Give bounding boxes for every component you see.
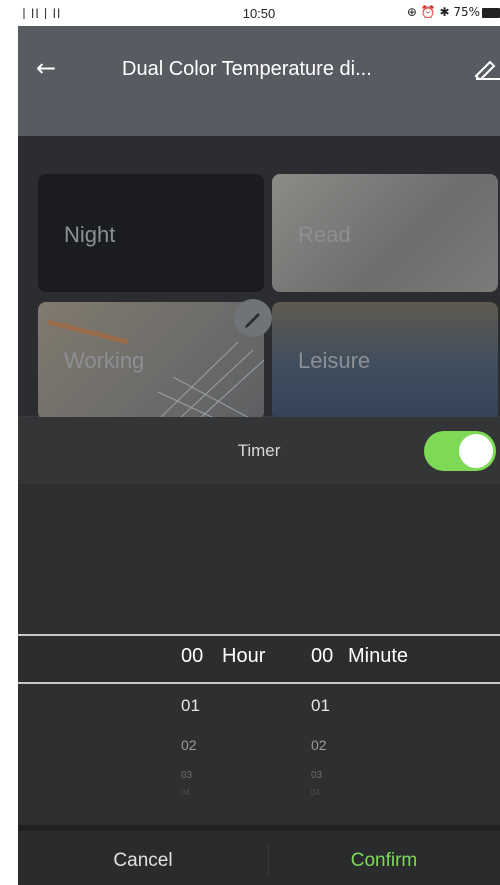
phone-screen: 丨ll丨ll 10:50 ⊕ ⏰ ✱ 75% ← Dual Color Temp… bbox=[18, 0, 500, 885]
app-header: ← Dual Color Temperature di... bbox=[18, 26, 500, 136]
hour-selected[interactable]: 00 bbox=[181, 645, 203, 668]
status-icons: ⊕ ⏰ ✱ 75% bbox=[406, 5, 480, 19]
hour-option[interactable]: 01 bbox=[181, 696, 200, 716]
minute-option[interactable]: 04 bbox=[311, 788, 320, 797]
back-arrow-icon[interactable]: ← bbox=[36, 56, 56, 80]
timer-header: Timer bbox=[18, 417, 500, 485]
toggle-knob bbox=[459, 434, 493, 468]
minute-selected[interactable]: 00 bbox=[311, 645, 333, 668]
scene-tile-leisure[interactable]: Leisure bbox=[272, 302, 498, 420]
page-title: Dual Color Temperature di... bbox=[122, 58, 372, 80]
sheet-footer: Cancel Confirm bbox=[18, 825, 500, 885]
time-picker[interactable]: 00 Hour 00 Minute 01 01 02 02 03 03 04 0… bbox=[18, 485, 500, 825]
scene-tile-night[interactable]: Night bbox=[38, 174, 264, 292]
timer-toggle[interactable] bbox=[424, 431, 496, 471]
minute-unit-label: Minute bbox=[348, 645, 409, 667]
confirm-button[interactable]: Confirm bbox=[268, 837, 500, 885]
timer-bottom-sheet: Timer 00 Hour 00 Minute 01 01 02 02 03 0… bbox=[18, 417, 500, 885]
hour-option[interactable]: 03 bbox=[181, 770, 192, 781]
scene-label: Leisure bbox=[298, 348, 371, 373]
minute-option[interactable]: 03 bbox=[311, 770, 322, 781]
scene-tile-read[interactable]: Read bbox=[272, 174, 498, 292]
cancel-button[interactable]: Cancel bbox=[18, 837, 268, 885]
minute-option[interactable]: 01 bbox=[311, 696, 330, 716]
hour-option[interactable]: 04 bbox=[181, 788, 190, 797]
scene-tile-working[interactable]: Working bbox=[38, 302, 264, 420]
edit-scene-icon[interactable] bbox=[234, 299, 272, 337]
status-bar: 丨ll丨ll 10:50 ⊕ ⏰ ✱ 75% bbox=[18, 0, 500, 26]
battery-icon bbox=[482, 8, 500, 18]
scene-label: Working bbox=[64, 348, 145, 373]
hour-option[interactable]: 02 bbox=[181, 737, 197, 753]
minute-option[interactable]: 02 bbox=[311, 737, 327, 753]
scene-grid: Night Read Working Leisure bbox=[18, 136, 500, 420]
hour-unit-label: Hour bbox=[222, 645, 266, 667]
picker-divider-bottom bbox=[18, 682, 500, 684]
scene-label: Night bbox=[64, 222, 116, 247]
scene-label: Read bbox=[298, 222, 351, 247]
edit-pencil-icon[interactable] bbox=[474, 54, 500, 80]
